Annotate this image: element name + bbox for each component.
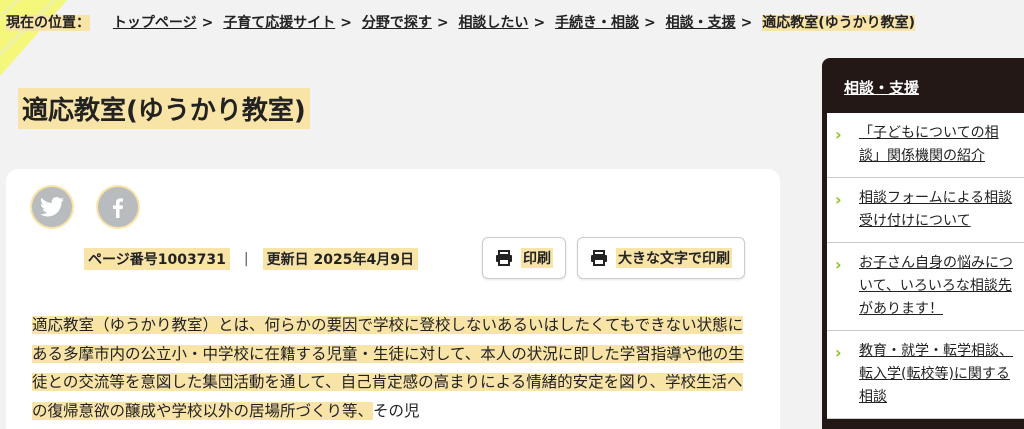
print-button[interactable]: 印刷 — [482, 237, 566, 279]
breadcrumb: 現在の位置： トップページ > 子育て応援サイト > 分野で探す > 相談したい > 手… — [6, 15, 916, 31]
printer-icon — [496, 250, 512, 266]
sidebar-item[interactable]: › 教育・就学・転学相談、転入学(転校等)に関する相談 — [827, 331, 1024, 419]
sidebar-heading[interactable]: 相談・支援 — [844, 77, 919, 98]
facebook-icon — [98, 187, 138, 227]
breadcrumb-link-soudan-shitai[interactable]: 相談したい — [458, 15, 528, 31]
breadcrumb-current: 適応教室(ゆうかり教室) — [762, 15, 916, 31]
body-paragraph: 適応教室（ゆうかり教室）とは、何らかの要因で学校に登校しないあるいはしたくてもで… — [32, 311, 744, 425]
breadcrumb-link-tetsuzuki[interactable]: 手続き・相談 — [555, 15, 639, 31]
sidebar-item-label: お子さん自身の悩みについて、いろいろな相談先があります！ — [859, 255, 1013, 317]
body-text-rest: その児 — [373, 401, 420, 420]
breadcrumb-link-shien[interactable]: 相談・支援 — [666, 15, 736, 31]
sidebar-item-label: 「子どもについての相談」関係機関の紹介 — [859, 125, 999, 164]
social-share — [30, 185, 140, 229]
breadcrumb-here-label: 現在の位置： — [6, 15, 90, 31]
chevron-right-icon: › — [835, 343, 842, 362]
chevron-right-icon: › — [835, 255, 842, 274]
print-large-button[interactable]: 大きな文字で印刷 — [577, 237, 745, 279]
sidebar-item[interactable]: › お子さん自身の悩みについて、いろいろな相談先があります！ — [827, 243, 1024, 331]
twitter-icon — [32, 187, 72, 227]
sidebar-item-label: 教育・就学・転学相談、転入学(転校等)に関する相談 — [859, 343, 1013, 405]
updated-date: 更新日 2025年4月9日 — [262, 248, 418, 270]
sidebar-item-label: 相談フォームによる相談受け付けについて — [859, 190, 1013, 229]
printer-icon — [591, 250, 607, 266]
breadcrumb-link-top[interactable]: トップページ — [113, 15, 197, 31]
print-button-label: 印刷 — [521, 248, 553, 268]
chevron-right-icon: › — [835, 190, 842, 209]
breadcrumb-link-kosodate[interactable]: 子育て応援サイト — [223, 15, 335, 31]
sidebar-item[interactable]: › 「子どもについての相談」関係機関の紹介 — [827, 113, 1024, 178]
page-title: 適応教室(ゆうかり教室) — [18, 88, 310, 129]
print-large-button-label: 大きな文字で印刷 — [616, 248, 732, 268]
page-meta: ページ番号1003731 | 更新日 2025年4月9日 — [84, 248, 418, 270]
breadcrumb-link-bunya[interactable]: 分野で探す — [362, 15, 432, 31]
page-number: ページ番号1003731 — [84, 248, 230, 270]
facebook-share-button[interactable] — [96, 185, 140, 229]
twitter-share-button[interactable] — [30, 185, 74, 229]
sidebar-item[interactable]: › 相談フォームによる相談受け付けについて — [827, 178, 1024, 243]
chevron-right-icon: › — [835, 125, 842, 144]
sidebar-list: › 「子どもについての相談」関係機関の紹介 › 相談フォームによる相談受け付けに… — [827, 113, 1024, 419]
